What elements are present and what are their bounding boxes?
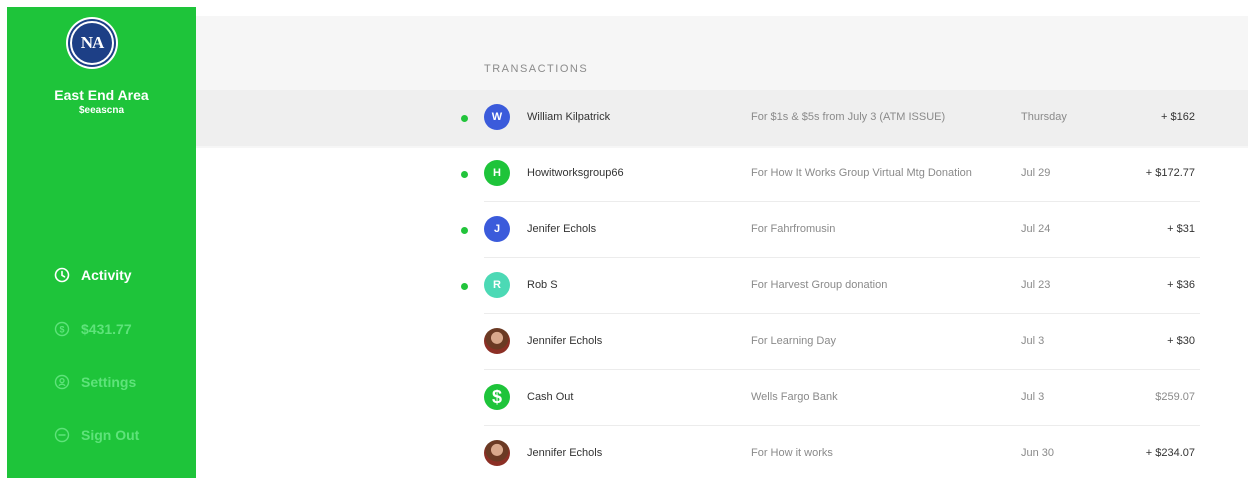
transaction-row[interactable]: Jennifer Echols For How it works Jun 30 … <box>196 426 1248 478</box>
nav-sign-out-label: Sign Out <box>81 427 140 443</box>
nav-settings[interactable]: Settings <box>54 372 136 392</box>
transaction-amount: + $31 <box>1167 223 1195 235</box>
account-cashtag: $eeascna <box>78 105 125 116</box>
unread-dot <box>461 283 468 290</box>
transaction-amount: + $162 <box>1161 111 1195 123</box>
transaction-row[interactable]: Jennifer Echols For Learning Day Jul 3 +… <box>196 314 1248 370</box>
transaction-name: William Kilpatrick <box>527 111 611 123</box>
transaction-amount: + $234.07 <box>1145 447 1195 459</box>
transaction-amount: $259.07 <box>1155 391 1195 403</box>
transaction-name: Rob S <box>527 279 558 291</box>
unread-dot <box>461 115 468 122</box>
nav-settings-label: Settings <box>81 374 137 390</box>
user-icon <box>54 374 70 390</box>
avatar: R <box>484 272 510 298</box>
svg-text:$: $ <box>59 325 64 335</box>
transaction-memo: For How It Works Group Virtual Mtg Donat… <box>751 167 972 179</box>
cash-app-icon: $ <box>484 384 510 410</box>
transaction-memo: For Learning Day <box>751 335 836 347</box>
profile-photo-avatar <box>484 440 510 466</box>
transaction-date: Jul 29 <box>1021 167 1051 179</box>
dollar-icon: $ <box>54 321 70 337</box>
transaction-row[interactable]: R Rob S For Harvest Group donation Jul 2… <box>196 258 1248 314</box>
profile-photo-avatar <box>484 328 510 354</box>
unread-dot <box>461 171 468 178</box>
transaction-name: Jenifer Echols <box>527 223 597 235</box>
panel-header <box>196 16 1248 90</box>
transaction-memo: For Fahrfromusin <box>751 223 836 235</box>
transaction-name: Jennifer Echols <box>527 447 603 459</box>
sidebar: NA East End Area $eeascna Activity $ $43… <box>7 7 196 478</box>
transaction-memo: Wells Fargo Bank <box>751 391 838 403</box>
sign-out-icon <box>54 427 70 443</box>
transaction-amount: + $30 <box>1167 335 1195 347</box>
account-name: East End Area <box>54 87 149 103</box>
transaction-amount: + $172.77 <box>1145 167 1195 179</box>
transaction-name: Cash Out <box>527 391 574 403</box>
avatar: H <box>484 160 510 186</box>
avatar: W <box>484 104 510 130</box>
transaction-name: Howitworksgroup66 <box>527 167 624 179</box>
transaction-memo: For Harvest Group donation <box>751 279 888 291</box>
transaction-date: Jun 30 <box>1021 447 1055 459</box>
transaction-memo: For How it works <box>751 447 833 459</box>
avatar: J <box>484 216 510 242</box>
transaction-row[interactable]: $ Cash Out Wells Fargo Bank Jul 3 $259.0… <box>196 370 1248 426</box>
transaction-date: Jul 24 <box>1021 223 1051 235</box>
nav-sign-out[interactable]: Sign Out <box>54 425 139 445</box>
nav-activity-label: Activity <box>81 267 132 283</box>
na-logo: NA <box>66 17 118 69</box>
clock-icon <box>54 267 70 283</box>
transaction-date: Jul 3 <box>1021 335 1045 347</box>
transaction-row[interactable]: W William Kilpatrick For $1s & $5s from … <box>196 90 1248 146</box>
transaction-row[interactable]: H Howitworksgroup66 For How It Works Gro… <box>196 146 1248 202</box>
nav-activity[interactable]: Activity <box>54 265 132 285</box>
nav-balance-label: $431.77 <box>81 321 132 337</box>
transaction-memo: For $1s & $5s from July 3 (ATM ISSUE) <box>751 111 946 123</box>
transaction-date: Jul 23 <box>1021 279 1051 291</box>
transaction-row[interactable]: J Jenifer Echols For Fahrfromusin Jul 24… <box>196 202 1248 258</box>
section-title: TRANSACTIONS <box>484 63 589 75</box>
unread-dot <box>461 227 468 234</box>
transaction-date: Thursday <box>1021 111 1067 123</box>
transaction-name: Jennifer Echols <box>527 335 603 347</box>
transaction-amount: + $36 <box>1167 279 1195 291</box>
nav-balance[interactable]: $ $431.77 <box>54 319 132 339</box>
transaction-date: Jul 3 <box>1021 391 1045 403</box>
logo-text: NA <box>70 21 114 65</box>
